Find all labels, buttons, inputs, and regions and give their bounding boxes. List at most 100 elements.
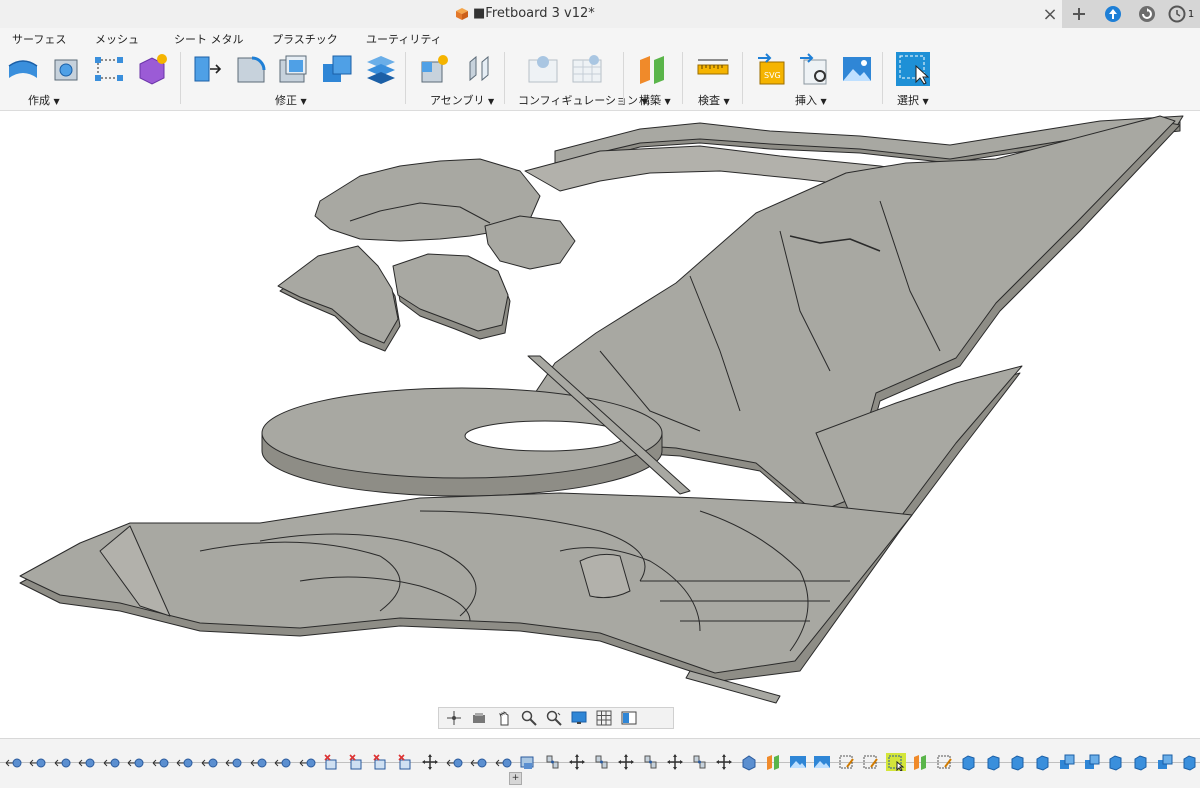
upload-icon[interactable] [1096, 0, 1130, 28]
timeline-box-icon[interactable] [959, 753, 979, 771]
timeline-sketch-icon[interactable] [224, 753, 244, 771]
timeline-plane-icon[interactable] [910, 753, 930, 771]
timeline-sketch-icon[interactable] [175, 753, 195, 771]
fretboard-model[interactable] [0, 111, 1200, 731]
zoom-icon[interactable] [518, 709, 540, 727]
tab-utilities[interactable]: ユーティリティ [366, 31, 442, 47]
look-at-icon[interactable] [468, 709, 490, 727]
configuration-table-button[interactable] [570, 52, 604, 86]
timeline-select-icon[interactable] [885, 753, 906, 772]
timeline-sketch-icon[interactable] [249, 753, 269, 771]
timeline-move-icon[interactable] [616, 753, 636, 771]
display-settings-icon[interactable] [568, 709, 590, 727]
timeline-box-icon[interactable] [1131, 753, 1151, 771]
close-tab-button[interactable]: × [1040, 4, 1060, 25]
new-sketch-button[interactable] [6, 52, 40, 86]
timeline-delete-icon[interactable] [322, 753, 342, 771]
select-button[interactable] [896, 52, 930, 86]
tab-plastic[interactable]: プラスチック [272, 31, 338, 47]
modify-group-label[interactable]: 修正 ▼ [275, 92, 307, 108]
design-viewport[interactable] [0, 111, 1200, 731]
navigation-bar [438, 707, 674, 729]
timeline-sketch-icon[interactable] [28, 753, 48, 771]
timeline-body-icon[interactable] [739, 753, 759, 771]
timeline-sketch-icon[interactable] [298, 753, 318, 771]
extrude-button[interactable] [50, 52, 84, 86]
timeline-sketch-edit-icon[interactable] [837, 753, 857, 771]
online-status-icon[interactable] [1130, 0, 1164, 28]
timeline-combine-icon[interactable] [1155, 753, 1175, 771]
canvas-button[interactable] [840, 52, 874, 86]
tab-surface[interactable]: サーフェス [12, 31, 66, 47]
press-pull-button[interactable] [190, 52, 224, 86]
timeline-sketch-icon[interactable] [126, 753, 146, 771]
timeline-sketch-icon[interactable] [151, 753, 171, 771]
create-form-button[interactable] [136, 52, 170, 86]
timeline-move-icon[interactable] [714, 753, 734, 771]
orbit-icon[interactable] [443, 709, 465, 727]
fillet-button[interactable] [234, 52, 268, 86]
construct-group-label[interactable]: 構築 ▼ [639, 92, 671, 108]
timeline-box-icon[interactable] [1106, 753, 1126, 771]
timeline-sketch-icon[interactable] [200, 753, 220, 771]
timeline-joint-icon[interactable] [641, 753, 661, 771]
timeline-sketch-icon[interactable] [445, 753, 465, 771]
timeline-joint-icon[interactable] [690, 753, 710, 771]
offset-plane-button[interactable] [636, 52, 670, 86]
timeline-move-icon[interactable] [665, 753, 685, 771]
assemble-group-label[interactable]: アセンブリ ▼ [430, 92, 494, 108]
timeline-box-icon[interactable] [984, 753, 1004, 771]
tab-mesh[interactable]: メッシュ [95, 31, 139, 47]
timeline-combine-icon[interactable] [1057, 753, 1077, 771]
timeline-marker-button[interactable]: + [509, 772, 522, 785]
timeline-box-icon[interactable] [1180, 753, 1200, 771]
measure-button[interactable] [696, 52, 730, 86]
timeline-sketch-icon[interactable] [102, 753, 122, 771]
timeline-delete-icon[interactable] [396, 753, 416, 771]
insert-derive-button[interactable] [798, 52, 832, 86]
timeline-sketch-icon[interactable] [53, 753, 73, 771]
timeline-box-icon[interactable] [1033, 753, 1053, 771]
timeline-sketch-icon[interactable] [469, 753, 489, 771]
configure-button[interactable] [526, 52, 560, 86]
offset-face-button[interactable] [364, 52, 398, 86]
timeline-move-icon[interactable] [567, 753, 587, 771]
shell-button[interactable] [276, 52, 310, 86]
timeline-sketch-icon[interactable] [494, 753, 514, 771]
create-group-label[interactable]: 作成 ▼ [28, 92, 60, 108]
timeline-sketch-edit-icon[interactable] [861, 753, 881, 771]
job-status-icon[interactable]: 1 [1164, 0, 1198, 28]
inspect-group-label[interactable]: 検査 ▼ [698, 92, 730, 108]
new-component-button[interactable] [418, 52, 452, 86]
fit-icon[interactable] [543, 709, 565, 727]
select-group-label[interactable]: 選択 ▼ [897, 92, 929, 108]
timeline-component-icon[interactable] [518, 753, 538, 771]
configure-group-label[interactable]: コンフィギュレーション ▼ [518, 92, 648, 108]
viewports-icon[interactable] [618, 709, 640, 727]
tab-sheet-metal[interactable]: シート メタル [174, 31, 244, 47]
pan-icon[interactable] [493, 709, 515, 727]
joint-button[interactable] [462, 52, 496, 86]
timeline-canvas-icon[interactable] [788, 753, 808, 771]
timeline-sketch-icon[interactable] [273, 753, 293, 771]
timeline-sketch-icon[interactable] [4, 753, 24, 771]
combine-button[interactable] [320, 52, 354, 86]
grid-icon[interactable] [593, 709, 615, 727]
timeline-move-icon[interactable] [420, 753, 440, 771]
timeline-joint-icon[interactable] [543, 753, 563, 771]
timeline-box-icon[interactable] [1008, 753, 1028, 771]
timeline-joint-icon[interactable] [592, 753, 612, 771]
title-text: ■Fretboard 3 v12* [473, 6, 595, 21]
timeline-sketch-edit-icon[interactable] [935, 753, 955, 771]
timeline-delete-icon[interactable] [347, 753, 367, 771]
timeline-canvas-icon[interactable] [812, 753, 832, 771]
insert-svg-button[interactable]: SVG [756, 52, 790, 86]
add-tab-icon[interactable] [1062, 0, 1096, 28]
timeline-combine-icon[interactable] [1082, 753, 1102, 771]
insert-group-label[interactable]: 挿入 ▼ [795, 92, 827, 108]
timeline-delete-icon[interactable] [371, 753, 391, 771]
timeline-plane-icon[interactable] [763, 753, 783, 771]
timeline[interactable]: + [0, 738, 1200, 788]
timeline-sketch-icon[interactable] [77, 753, 97, 771]
pattern-button[interactable] [92, 52, 126, 86]
